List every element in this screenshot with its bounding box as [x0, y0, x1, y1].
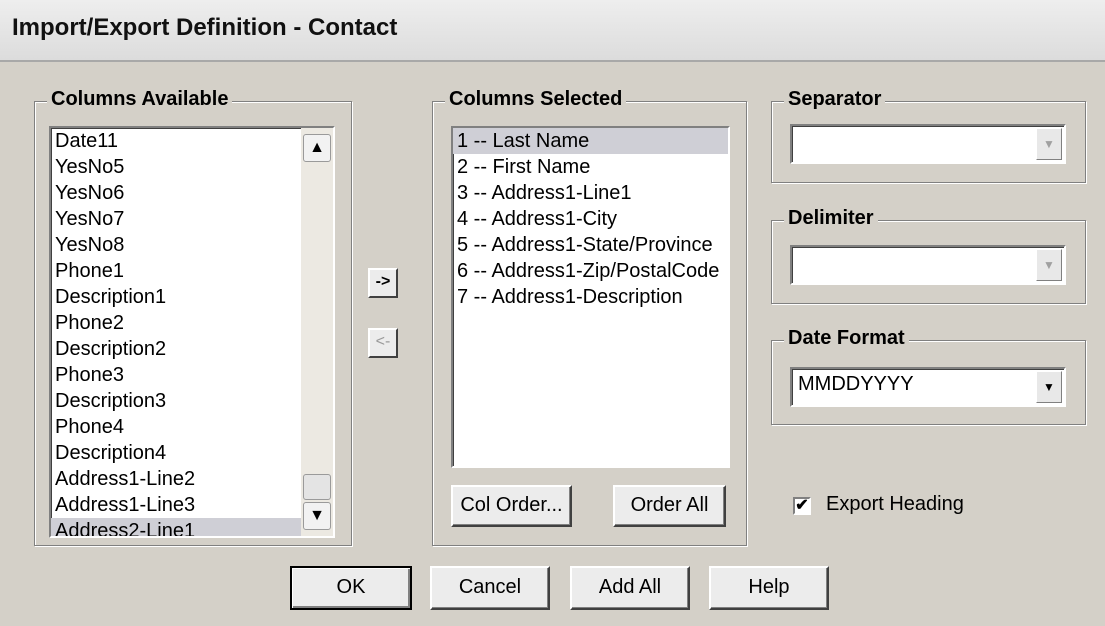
list-item[interactable]: YesNo6	[51, 180, 333, 206]
export-heading-label[interactable]: Export Heading	[826, 493, 964, 516]
window-title: Import/Export Definition - Contact	[12, 14, 398, 41]
triangle-down-icon[interactable]: ▼	[1036, 249, 1062, 281]
remove-column-button[interactable]: <-	[368, 328, 398, 358]
list-item[interactable]: Description3	[51, 388, 333, 414]
list-item[interactable]: Date11	[51, 128, 333, 154]
order-all-button[interactable]: Order All	[613, 485, 726, 527]
list-item[interactable]: YesNo5	[51, 154, 333, 180]
list-item[interactable]: 1 -- Last Name	[453, 128, 728, 154]
chevron-down-icon[interactable]: ▼	[303, 502, 331, 530]
date-format-group: Date Format MMDDYYYY ▼	[771, 327, 1086, 425]
columns-selected-items: 1 -- Last Name 2 -- First Name 3 -- Addres…	[453, 128, 728, 310]
columns-available-list[interactable]: Date11 YesNo5 YesNo6 YesNo7 YesNo8 Phone1 Desc…	[49, 126, 335, 538]
separator-select[interactable]: ▼	[790, 124, 1066, 164]
list-item[interactable]: YesNo8	[51, 232, 333, 258]
list-item[interactable]: Phone1	[51, 258, 333, 284]
checkmark-icon: ✔	[795, 497, 809, 514]
list-item[interactable]: 3 -- Address1-Line1	[453, 180, 728, 206]
delimiter-select[interactable]: ▼	[790, 245, 1066, 285]
add-column-button[interactable]: ->	[368, 268, 398, 298]
columns-selected-list[interactable]: 1 -- Last Name 2 -- First Name 3 -- Addres…	[451, 126, 730, 468]
list-item[interactable]: YesNo7	[51, 206, 333, 232]
list-item[interactable]: 5 -- Address1-State/Province	[453, 232, 728, 258]
columns-available-scrollbar[interactable]: ▲ ▼	[301, 128, 333, 536]
columns-available-group: Columns Available Date11 YesNo5 YesNo6 YesN…	[34, 88, 352, 546]
columns-selected-group: Columns Selected 1 -- Last Name 2 -- Firs…	[432, 88, 747, 546]
list-item[interactable]: 2 -- First Name	[453, 154, 728, 180]
export-heading-checkbox[interactable]: ✔	[793, 497, 811, 515]
triangle-down-icon[interactable]: ▼	[1036, 371, 1062, 403]
list-item[interactable]: 4 -- Address1-City	[453, 206, 728, 232]
list-item[interactable]: Description1	[51, 284, 333, 310]
title-bar[interactable]: Import/Export Definition - Contact	[0, 0, 1105, 62]
list-item[interactable]: Phone2	[51, 310, 333, 336]
ok-button[interactable]: OK	[290, 566, 412, 610]
separator-label: Separator	[784, 88, 886, 111]
chevron-up-icon[interactable]: ▲	[303, 134, 331, 162]
date-format-value: MMDDYYYY	[798, 373, 914, 395]
col-order-button[interactable]: Col Order...	[451, 485, 572, 527]
delimiter-label: Delimiter	[784, 207, 878, 230]
add-all-button[interactable]: Add All	[570, 566, 690, 610]
list-item[interactable]: Address1-Line2	[51, 466, 333, 492]
list-item[interactable]: 7 -- Address1-Description	[453, 284, 728, 310]
scrollbar-thumb[interactable]	[303, 474, 331, 500]
list-item[interactable]: Phone4	[51, 414, 333, 440]
list-item[interactable]: 6 -- Address1-Zip/PostalCode	[453, 258, 728, 284]
list-item[interactable]: Phone3	[51, 362, 333, 388]
list-item[interactable]: Description4	[51, 440, 333, 466]
list-item[interactable]: Address1-Line3	[51, 492, 333, 518]
triangle-down-icon[interactable]: ▼	[1036, 128, 1062, 160]
cancel-button[interactable]: Cancel	[430, 566, 550, 610]
list-item[interactable]: Address2-Line1	[51, 518, 333, 536]
dialog-body: Columns Available Date11 YesNo5 YesNo6 YesN…	[0, 62, 1105, 626]
date-format-label: Date Format	[784, 327, 909, 350]
columns-available-items: Date11 YesNo5 YesNo6 YesNo7 YesNo8 Phone1 Desc…	[51, 128, 333, 536]
list-item[interactable]: Description2	[51, 336, 333, 362]
columns-selected-label: Columns Selected	[445, 88, 627, 111]
separator-group: Separator ▼	[771, 88, 1086, 183]
delimiter-group: Delimiter ▼	[771, 207, 1086, 304]
date-format-select[interactable]: MMDDYYYY ▼	[790, 367, 1066, 407]
help-button[interactable]: Help	[709, 566, 829, 610]
columns-available-label: Columns Available	[47, 88, 233, 111]
